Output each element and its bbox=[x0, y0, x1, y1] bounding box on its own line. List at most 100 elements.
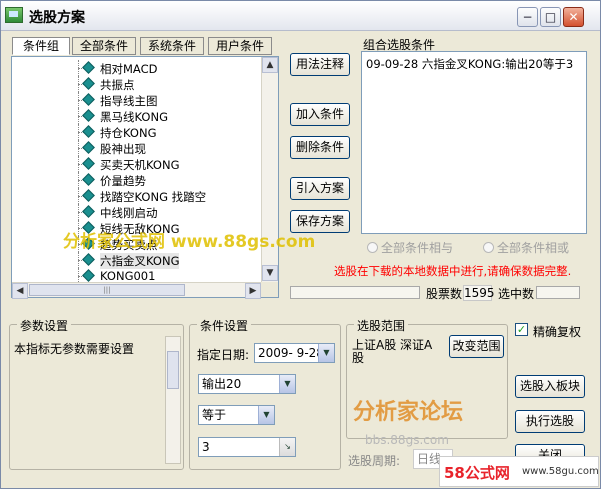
tree-item-label: 六指金叉KONG bbox=[100, 253, 180, 269]
tree-item-label: 趋势买卖点 bbox=[100, 238, 158, 252]
condition-icon bbox=[82, 61, 95, 74]
value-input[interactable]: 3 ↘ bbox=[198, 437, 296, 457]
tree-item[interactable]: 六指金叉KONG bbox=[12, 252, 262, 269]
app-icon bbox=[5, 7, 23, 23]
scroll-thumb[interactable] bbox=[167, 351, 179, 389]
tree-item[interactable]: 买卖天机KONG bbox=[12, 156, 262, 172]
condition-icon bbox=[82, 125, 95, 138]
save-scheme-button[interactable]: 保存方案 bbox=[290, 210, 350, 233]
tree-item[interactable]: 指导线主图 bbox=[12, 92, 262, 108]
tree-item[interactable]: 价量趋势 bbox=[12, 172, 262, 188]
scroll-left-icon[interactable]: ◀ bbox=[12, 283, 28, 299]
condition-icon bbox=[82, 77, 95, 90]
delete-condition-button[interactable]: 删除条件 bbox=[290, 136, 350, 159]
tree-item-label: 黑马线KONG bbox=[100, 110, 168, 124]
watermark-58: 58公式网 bbox=[444, 464, 510, 482]
condition-icon bbox=[82, 253, 95, 266]
output-value: 输出20 bbox=[202, 377, 242, 391]
tree-item[interactable]: 找踏空KONG 找踏空 bbox=[12, 188, 262, 204]
tree-item[interactable]: 共振点 bbox=[12, 76, 262, 92]
list-item[interactable]: 09-09-28 六指金叉KONG:输出20等于3 bbox=[366, 56, 573, 72]
execute-button[interactable]: 执行选股 bbox=[515, 410, 585, 433]
spin-icon[interactable]: ↘ bbox=[279, 438, 295, 456]
maximize-button[interactable]: □ bbox=[540, 7, 561, 27]
close-window-button[interactable]: ✕ bbox=[563, 7, 584, 27]
precise-adjust-checkbox[interactable]: ✓ bbox=[515, 323, 528, 336]
combo-conditions-list[interactable]: 09-09-28 六指金叉KONG:输出20等于3 bbox=[361, 51, 587, 234]
radio-all-and[interactable]: 全部条件相与 bbox=[367, 239, 453, 256]
notes-button[interactable]: 用法注释 bbox=[290, 53, 350, 76]
tree-vertical-scrollbar[interactable]: ▲ ▼ bbox=[261, 57, 278, 283]
tree-item[interactable]: 趋势买卖点 bbox=[12, 236, 262, 252]
add-condition-button[interactable]: 加入条件 bbox=[290, 103, 350, 126]
stock-picker-window: 选股方案 − □ ✕ 条件组 全部条件 系统条件 用户条件 相对MACD 共振点指… bbox=[0, 0, 601, 489]
tree-item-label: 中线刚启动 bbox=[100, 206, 158, 220]
condition-icon bbox=[82, 141, 95, 154]
radio-circle-icon bbox=[483, 242, 494, 253]
scroll-right-icon[interactable]: ▶ bbox=[245, 283, 261, 299]
tree-item-label: 价量趋势 bbox=[100, 174, 146, 188]
params-legend: 参数设置 bbox=[17, 317, 72, 334]
value-text: 3 bbox=[202, 440, 210, 454]
tree-item-label: KONG001 bbox=[100, 269, 156, 283]
tree-item[interactable]: 短线无敌KONG bbox=[12, 220, 262, 236]
import-scheme-button[interactable]: 引入方案 bbox=[290, 177, 350, 200]
tree-item-label: 共振点 bbox=[100, 78, 135, 92]
precise-adjust-label: 精确复权 bbox=[533, 325, 582, 339]
stock-count-label: 股票数 bbox=[426, 287, 463, 301]
stock-count-value: 1595 bbox=[463, 285, 495, 301]
tree-item-label: 相对MACD bbox=[100, 62, 158, 76]
minimize-button[interactable]: − bbox=[517, 7, 538, 27]
tree-item-label: 持仓KONG bbox=[100, 126, 157, 140]
tree-item[interactable]: 中线刚启动 bbox=[12, 204, 262, 220]
condition-icon bbox=[82, 269, 95, 282]
radio-all-or[interactable]: 全部条件相或 bbox=[483, 239, 569, 256]
title-bar[interactable]: 选股方案 − □ ✕ bbox=[1, 1, 600, 31]
tree-horizontal-scrollbar[interactable]: ◀ ||| ▶ bbox=[12, 282, 262, 299]
condition-tree[interactable]: 相对MACD 共振点 指导线主图黑马线KONG 持仓KONG 股神出现 买卖天机KONG 价… bbox=[11, 56, 279, 299]
selected-count-box bbox=[536, 286, 580, 299]
scroll-thumb[interactable]: ||| bbox=[29, 284, 185, 296]
scroll-down-icon[interactable]: ▼ bbox=[262, 265, 278, 281]
change-range-button[interactable]: 改变范围 bbox=[449, 335, 504, 358]
condition-settings-legend: 条件设置 bbox=[197, 317, 252, 334]
tab-user-conditions[interactable]: 用户条件 bbox=[208, 37, 272, 55]
condition-icon bbox=[82, 221, 95, 234]
radio-all-and-label: 全部条件相与 bbox=[381, 241, 454, 255]
operator-select[interactable]: 等于 ▼ bbox=[198, 405, 275, 425]
condition-icon bbox=[82, 205, 95, 218]
tab-system-conditions[interactable]: 系统条件 bbox=[140, 37, 204, 55]
chevron-down-icon[interactable]: ▼ bbox=[318, 344, 334, 362]
tab-condition-group[interactable]: 条件组 bbox=[12, 37, 70, 55]
condition-icon bbox=[82, 93, 95, 106]
period-label: 选股周期: bbox=[348, 454, 401, 468]
tab-all-conditions[interactable]: 全部条件 bbox=[72, 37, 136, 55]
tree-item[interactable]: 相对MACD bbox=[12, 60, 262, 76]
params-scrollbar[interactable] bbox=[165, 336, 181, 464]
date-value: 2009- 9-28 bbox=[258, 346, 324, 360]
to-block-button[interactable]: 选股入板块 bbox=[515, 375, 585, 398]
radio-circle-icon bbox=[367, 242, 378, 253]
condition-icon bbox=[82, 237, 95, 250]
tree-item[interactable]: 股神出现 bbox=[12, 140, 262, 156]
tree-item[interactable]: KONG001 bbox=[12, 268, 262, 283]
chevron-down-icon[interactable]: ▼ bbox=[258, 406, 274, 424]
chevron-down-icon[interactable]: ▼ bbox=[279, 375, 295, 393]
condition-icon bbox=[82, 173, 95, 186]
watermark-58-url: www.58gu.com bbox=[522, 466, 599, 477]
date-label: 指定日期: bbox=[197, 348, 250, 362]
period-value: 日线 bbox=[417, 452, 442, 466]
data-warning-text: 选股在下载的本地数据中进行,请确保数据完整. bbox=[334, 264, 572, 278]
scroll-up-icon[interactable]: ▲ bbox=[262, 57, 278, 73]
condition-icon bbox=[82, 157, 95, 170]
selected-count-label: 选中数 bbox=[498, 287, 535, 301]
date-picker[interactable]: 2009- 9-28 ▼ bbox=[254, 343, 335, 363]
tree-item[interactable]: 黑马线KONG bbox=[12, 108, 262, 124]
tree-item-label: 找踏空KONG 找踏空 bbox=[100, 190, 207, 204]
operator-value: 等于 bbox=[202, 408, 227, 422]
condition-icon bbox=[82, 189, 95, 202]
watermark-58-box: 58公式网 www.58gu.com bbox=[439, 456, 599, 487]
range-legend: 选股范围 bbox=[354, 317, 409, 334]
output-select[interactable]: 输出20 ▼ bbox=[198, 374, 296, 394]
tree-item[interactable]: 持仓KONG bbox=[12, 124, 262, 140]
